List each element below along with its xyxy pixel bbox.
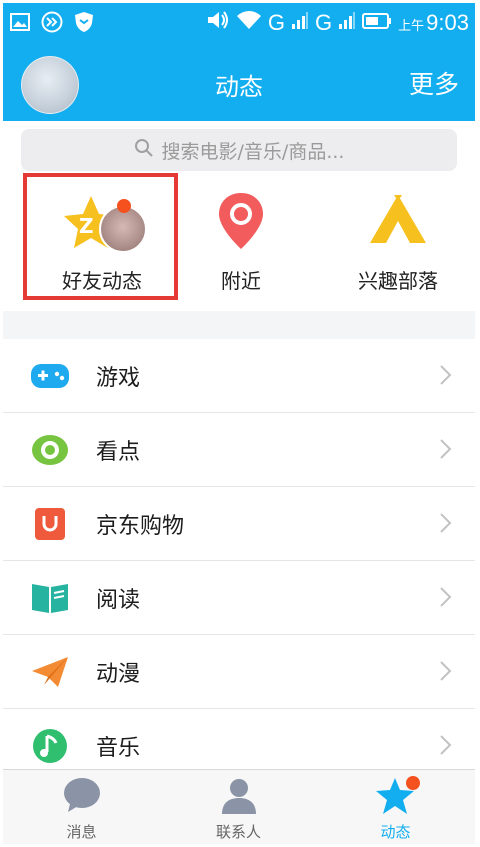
volume-icon [206,9,230,37]
list-item-jd-shopping[interactable]: 京东购物 [3,487,475,561]
search-icon [134,138,154,163]
fast-forward-notification-icon [41,11,63,33]
music-note-icon [30,726,70,766]
tab-contacts[interactable]: 联系人 [160,770,317,844]
quick-action-label: 附近 [221,269,261,293]
wifi-icon [236,10,262,36]
title-bar: 动态 更多 [3,47,475,121]
feed-tab-badge [405,776,420,790]
network-type-1: G [267,10,286,35]
chevron-right-icon [440,587,452,607]
shopping-bag-icon [30,504,70,544]
highlight-annotation-box [23,173,178,300]
list-item-anime[interactable]: 动漫 [3,635,475,709]
search-input[interactable]: 搜索电影/音乐/商品... [21,129,457,171]
gallery-notification-icon [9,11,31,33]
status-bar: G G 上午9:03 [3,3,475,47]
list-item-reading[interactable]: 阅读 [3,561,475,635]
feature-list: 游戏 看点 京东购物 阅读 动漫 音乐 [3,339,475,783]
tent-icon [368,191,428,255]
star-icon [374,776,420,818]
paper-plane-icon [30,652,70,692]
tab-label: 消息 [66,823,97,841]
list-item-label: 动漫 [96,661,141,687]
tab-feed[interactable]: 动态 [317,770,474,844]
list-item-kandian[interactable]: 看点 [3,413,475,487]
chevron-right-icon [440,661,452,681]
shield-notification-icon [73,11,95,33]
chevron-right-icon [440,439,452,459]
search-placeholder: 搜索电影/音乐/商品... [161,140,345,163]
contacts-icon [219,776,259,818]
chevron-right-icon [440,735,452,755]
quick-action-nearby[interactable]: 附近 [166,173,316,303]
list-item-label: 看点 [96,439,141,465]
network-type-2: G [315,10,333,35]
app-frame: G G 上午9:03 动态 更多 搜索电影/音乐/商品... Z 好友动态 附近… [3,3,475,844]
gamepad-icon [30,356,70,396]
section-divider [3,311,475,339]
clock-time: 9:03 [426,10,469,35]
list-item-label: 音乐 [96,735,141,761]
page-title: 动态 [215,73,263,101]
location-pin-icon [216,191,266,255]
signal-strength-2-icon [338,10,356,36]
tab-messages[interactable]: 消息 [3,770,160,844]
battery-icon [362,11,392,36]
signal-strength-1-icon [291,10,309,36]
tab-label: 联系人 [215,823,261,841]
list-item-label: 阅读 [96,587,141,613]
tab-label: 动态 [380,823,411,841]
chevron-right-icon [440,365,452,385]
list-item-label: 游戏 [96,365,141,391]
book-icon [30,578,70,618]
more-button[interactable]: 更多 [409,65,459,101]
quick-action-interest-tribe[interactable]: 兴趣部落 [323,173,473,303]
chat-bubble-icon [62,776,102,818]
eye-icon [30,430,70,470]
time-ampm: 上午 [398,19,425,34]
list-item-label: 京东购物 [96,513,185,539]
list-item-game[interactable]: 游戏 [3,339,475,413]
chevron-right-icon [440,513,452,533]
quick-action-label: 兴趣部落 [358,269,438,293]
search-section: 搜索电影/音乐/商品... [3,121,475,173]
bottom-tab-bar: 消息 联系人 动态 [3,769,475,844]
